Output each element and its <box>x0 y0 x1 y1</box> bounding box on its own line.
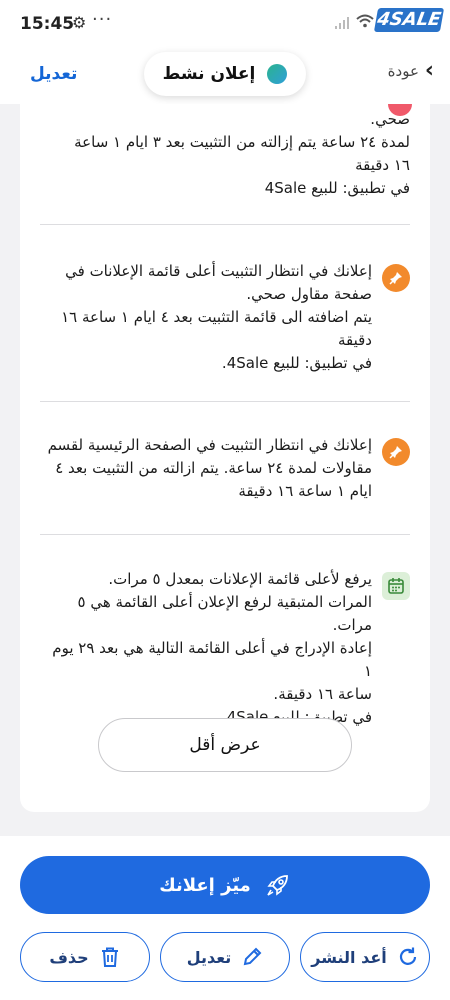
pin-icon <box>382 264 410 292</box>
entry-line: مقاولات لمدة ٢٤ ساعة. يتم ازالته من التث… <box>55 459 372 477</box>
calendar-icon <box>382 572 410 600</box>
entry-line: ساعة ١٦ دقيقة. <box>273 685 372 703</box>
divider <box>40 401 410 402</box>
back-button[interactable]: › عودة <box>388 60 434 82</box>
entry-line: ايام ١ ساعة ١٦ دقيقة <box>238 482 372 500</box>
feature-ad-button[interactable]: ميّز إعلانك <box>20 856 430 914</box>
status-entry-2: إعلانك في انتظار التثبيت أعلى قائمة الإع… <box>40 260 410 375</box>
show-less-button[interactable]: عرض أقل <box>98 718 352 772</box>
signal-icon <box>335 17 349 29</box>
delete-label: حذف <box>49 947 89 967</box>
entry-line: لمدة ٢٤ ساعة يتم إزالته من التثبيت بعد ٣… <box>74 133 410 151</box>
rocket-icon <box>267 875 288 896</box>
entry-line: ١٦ دقيقة <box>355 156 410 174</box>
edit-label: تعديل <box>186 947 232 967</box>
entry-line: في تطبيق: للبيع 4Sale <box>264 179 410 197</box>
status-entry-3: إعلانك في انتظار التثبيت في الصفحة الرئي… <box>40 434 410 503</box>
status-entry-4: يرفع لأعلى قائمة الإعلانات بمعدل ٥ مرات.… <box>40 568 410 729</box>
gear-icon: ⚙ <box>72 13 87 32</box>
pencil-icon <box>244 947 262 966</box>
status-time: 15:45 <box>20 14 75 34</box>
edit-link[interactable]: تعديل <box>30 64 77 84</box>
republish-label: أعد النشر <box>311 947 387 967</box>
entry-line: دقيقة <box>337 331 372 349</box>
status-entry-1: صحي. لمدة ٢٤ ساعة يتم إزالته من التثبيت … <box>40 108 410 200</box>
edit-button[interactable]: تعديل <box>160 932 290 982</box>
trash-icon <box>101 947 118 967</box>
pin-icon <box>382 438 410 466</box>
entry-line: إعلانك في انتظار التثبيت أعلى قائمة الإع… <box>65 262 372 280</box>
delete-button[interactable]: حذف <box>20 932 150 982</box>
ad-status-text: إعلان نشط <box>162 64 256 84</box>
divider <box>40 534 410 535</box>
entry-line: المرات المتبقية لرفع الإعلان أعلى القائم… <box>77 593 372 634</box>
entry-line: صحي. <box>370 110 410 128</box>
entry-line: إعلانك في انتظار التثبيت في الصفحة الرئي… <box>47 436 372 454</box>
republish-button[interactable]: أعد النشر <box>300 932 430 982</box>
bottom-action-bar: ميّز إعلانك أعد النشر تعديل حذف <box>0 836 450 1000</box>
more-dots-icon: ··· <box>92 9 113 30</box>
status-dot-icon <box>267 64 288 84</box>
status-bar: 15:45 ⚙ ··· 4SALE <box>0 0 450 46</box>
chevron-left-icon: › <box>424 58 434 83</box>
wifi-icon <box>356 14 374 28</box>
refresh-icon <box>399 947 416 965</box>
entry-line: يرفع لأعلى قائمة الإعلانات بمعدل ٥ مرات. <box>108 570 372 588</box>
divider <box>40 224 410 225</box>
entry-line: صفحة مقاول صحي. <box>246 285 372 303</box>
back-label: عودة <box>387 62 419 80</box>
entry-line: يتم اضافته الى قائمة التثبيت بعد ٤ ايام … <box>61 308 372 326</box>
ad-status-card: صحي. لمدة ٢٤ ساعة يتم إزالته من التثبيت … <box>20 104 430 812</box>
ad-status-pill: إعلان نشط <box>144 52 306 96</box>
header: › عودة إعلان نشط تعديل <box>0 46 450 104</box>
entry-line: إعادة الإدراج في أعلى القائمة التالية هي… <box>52 639 372 680</box>
entry-line: في تطبيق: للبيع 4Sale. <box>221 354 372 372</box>
app-logo: 4SALE <box>373 8 445 32</box>
feature-ad-label: ميّز إعلانك <box>159 874 251 896</box>
